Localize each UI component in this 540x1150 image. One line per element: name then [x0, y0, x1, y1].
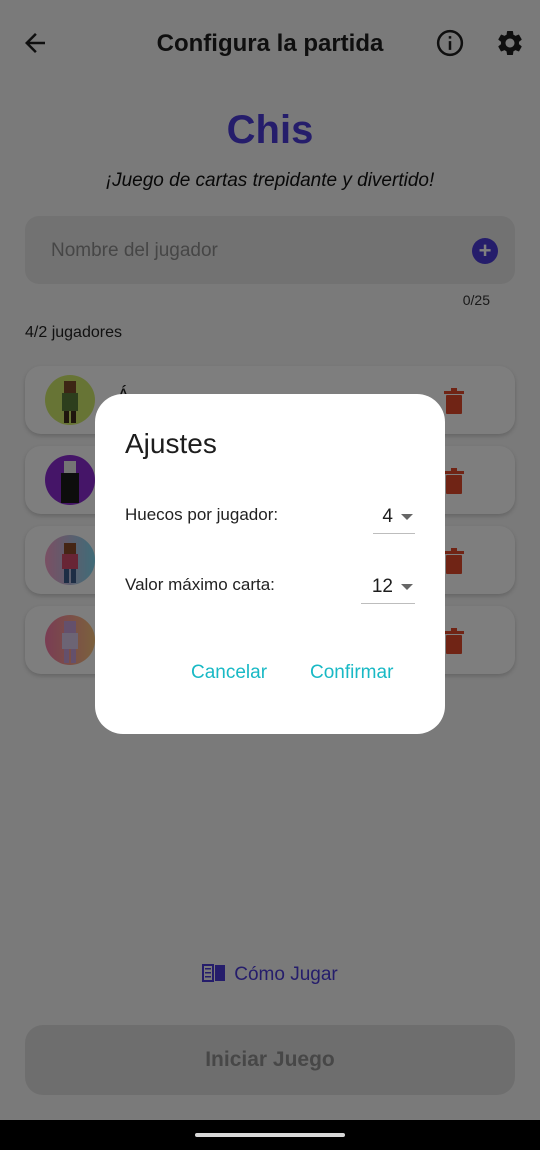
max-card-value-dropdown[interactable]: 12 [361, 568, 415, 604]
holes-per-player-dropdown[interactable]: 4 [373, 498, 415, 534]
holes-per-player-label: Huecos por jugador: [125, 505, 279, 524]
chevron-down-icon [401, 514, 413, 520]
home-gesture-handle[interactable] [195, 1133, 345, 1137]
confirm-button[interactable]: Confirmar [310, 662, 393, 684]
cancel-button[interactable]: Cancelar [191, 662, 267, 684]
dialog-title: Ajustes [125, 428, 217, 459]
chevron-down-icon [401, 584, 413, 590]
holes-per-player-value: 4 [382, 506, 393, 527]
settings-dialog: Ajustes Huecos por jugador: 4 Valor máxi… [95, 394, 445, 734]
system-nav-bar [0, 1120, 540, 1150]
max-card-value-label: Valor máximo carta: [125, 575, 275, 594]
max-card-value: 12 [371, 576, 393, 597]
